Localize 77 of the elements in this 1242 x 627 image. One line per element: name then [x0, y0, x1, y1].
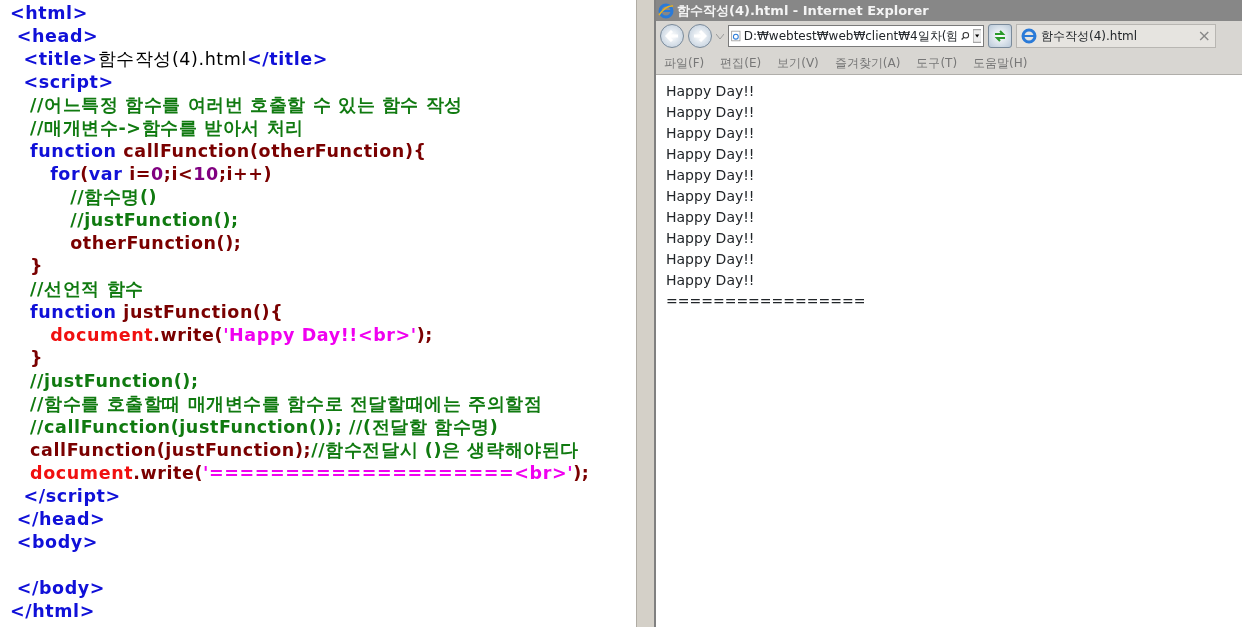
code-token: ;i++): [218, 163, 273, 186]
refresh-arrows-icon: [993, 29, 1007, 43]
code-token: 0: [151, 163, 164, 186]
code-token: //justFunction();: [69, 209, 239, 232]
code-token: </title>: [246, 48, 329, 71]
page-text-line: Happy Day!!: [666, 124, 756, 143]
code-token: </html>: [10, 600, 95, 623]
code-token: otherFunction();: [69, 232, 242, 255]
code-token: //함수명(): [69, 186, 158, 209]
code-token: callFunction(justFunction);: [29, 439, 312, 462]
page-text-line: Happy Day!!: [666, 250, 756, 269]
code-token: '====================<br>': [203, 462, 574, 485]
code-token: //justFunction();: [29, 370, 199, 393]
code-token: );: [416, 324, 433, 347]
code-token: }: [29, 347, 44, 370]
caret-icon[interactable]: [716, 33, 724, 39]
code-token: <head>: [15, 25, 99, 48]
menu-item[interactable]: 즐겨찾기(A): [834, 53, 901, 72]
code-token: //함수전달시 ()은 생략해야된다: [311, 439, 579, 462]
window-title: 함수작성(4).html - Internet Explorer: [677, 1, 929, 20]
page-text-line: Happy Day!!: [666, 208, 756, 227]
code-token: i=: [129, 163, 152, 186]
menu-item[interactable]: 편집(E): [720, 53, 762, 72]
back-button[interactable]: [660, 24, 684, 48]
dropdown-button[interactable]: [972, 27, 981, 45]
code-token: document: [29, 462, 134, 485]
code-token: </script>: [22, 485, 121, 508]
code-token: document: [49, 324, 154, 347]
code-token: </body>: [15, 577, 106, 600]
code-token: justFunction(){: [123, 301, 284, 324]
menu-item[interactable]: 파일(F): [664, 53, 705, 72]
page-icon: [731, 28, 741, 44]
menu-item[interactable]: 도움말(H): [973, 53, 1028, 72]
page-text-line: =================: [666, 292, 867, 311]
page-text-line: Happy Day!!: [666, 166, 756, 185]
forward-arrow-icon: [693, 30, 707, 42]
code-token: 'Happy Day!!<br>': [223, 324, 417, 347]
code-token: function: [29, 301, 118, 324]
code-token: .write(: [153, 324, 224, 347]
address-field[interactable]: D:₩webtest₩web₩client₩4일차(힘: [728, 25, 984, 47]
code-token: 10: [193, 163, 219, 186]
page-text-line: Happy Day!!: [666, 271, 756, 290]
code-token: ;i<: [163, 163, 194, 186]
code-token: var: [88, 163, 124, 186]
code-token: </head>: [15, 508, 106, 531]
code-token: );: [573, 462, 590, 485]
code-token: callFunction(otherFunction){: [123, 140, 427, 163]
refresh-button[interactable]: [988, 24, 1012, 48]
code-token: <html>: [10, 2, 88, 25]
browser-logo-icon: [658, 2, 674, 19]
browser-tab[interactable]: 함수작성(4).html ×: [1016, 24, 1216, 48]
page-text-line: Happy Day!!: [666, 187, 756, 206]
code-token: }: [29, 255, 44, 278]
page-text-line: Happy Day!!: [666, 82, 756, 101]
code-token: function: [29, 140, 118, 163]
code-token: (: [80, 163, 89, 186]
code-token: .write(: [133, 462, 204, 485]
page-text-line: Happy Day!!: [666, 145, 756, 164]
code-token: //선언적 함수: [29, 278, 144, 301]
back-arrow-icon: [665, 30, 679, 42]
code-token: //어느특정 함수를 여러번 호출할 수 있는 함수 작성: [29, 94, 463, 117]
code-token: <script>: [22, 71, 114, 94]
page-text-line: Happy Day!!: [666, 229, 756, 248]
code-token: //매개변수->함수를 받아서 처리: [29, 117, 304, 140]
page-text-line: Happy Day!!: [666, 103, 756, 122]
code-token: <body>: [15, 531, 99, 554]
menu-item[interactable]: 보기(V): [777, 53, 819, 72]
browser-logo-icon: [1021, 28, 1037, 44]
code-token: //callFunction(justFunction()); //(전달할 함수명): [29, 416, 499, 439]
code-token: for: [49, 163, 81, 186]
forward-button[interactable]: [688, 24, 712, 48]
code-token: //함수를 호출할때 매개변수를 함수로 전달할때에는 주의할점: [29, 393, 543, 416]
menu-item[interactable]: 도구(T): [916, 53, 958, 72]
search-icon[interactable]: [961, 30, 970, 42]
code-token: <title>: [22, 48, 98, 71]
close-button[interactable]: ×: [1197, 24, 1211, 48]
code-token: 함수작성(4).html: [97, 48, 247, 71]
